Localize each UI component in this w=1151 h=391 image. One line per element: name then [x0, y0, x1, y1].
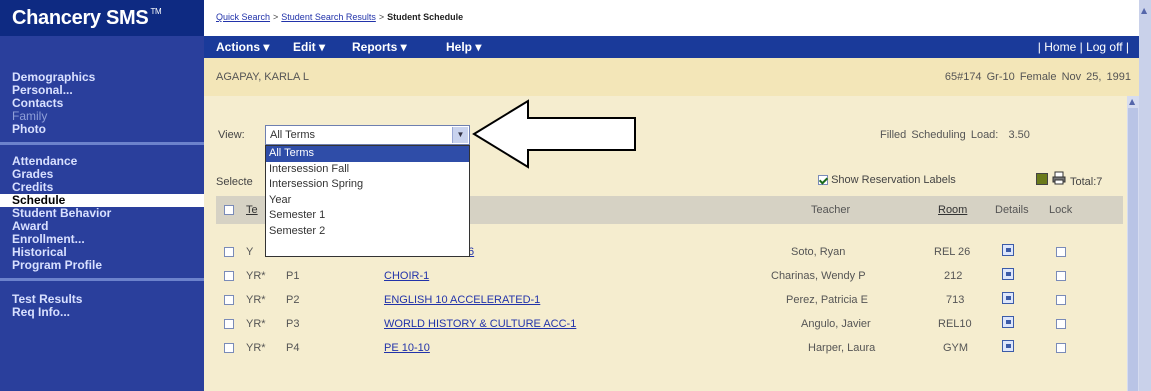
row-period: P2: [286, 294, 300, 306]
row-room: 212: [944, 270, 963, 282]
row-checkbox[interactable]: [224, 271, 234, 281]
row-teacher: Soto, Ryan: [791, 246, 846, 258]
option-all-terms[interactable]: All Terms: [266, 146, 469, 162]
row-teacher: Harper, Laura: [808, 342, 876, 354]
details-icon[interactable]: [1002, 292, 1014, 304]
lock-checkbox[interactable]: [1056, 295, 1066, 305]
table-row: YR* P1 CHOIR-1 Charinas, Wendy P 212: [216, 264, 1123, 288]
sidebar-item-req-info[interactable]: Req Info...: [0, 306, 204, 319]
row-room: REL10: [938, 318, 972, 330]
table-row: YR* P3 WORLD HISTORY & CULTURE ACC-1 Ang…: [216, 312, 1123, 336]
trademark: TM: [150, 7, 162, 16]
page-scrollbar[interactable]: ▲: [1139, 0, 1151, 391]
edit-menu[interactable]: Edit ▾: [293, 40, 325, 54]
student-name: AGAPAY, KARLA L: [216, 71, 309, 83]
row-teacher: Angulo, Javier: [801, 318, 871, 330]
annotation-arrow-icon: [472, 99, 636, 169]
logoff-link[interactable]: Log off: [1086, 40, 1122, 54]
row-term: Y: [246, 246, 254, 258]
option-semester-1[interactable]: Semester 1: [266, 208, 469, 224]
row-period: P1: [286, 270, 300, 282]
lock-checkbox[interactable]: [1056, 343, 1066, 353]
details-icon[interactable]: [1002, 340, 1014, 352]
row-checkbox[interactable]: [224, 295, 234, 305]
row-room: REL 26: [934, 246, 971, 258]
header-room[interactable]: Room: [938, 204, 967, 216]
breadcrumb-quick-search[interactable]: Quick Search: [216, 12, 270, 22]
inner-scrollbar[interactable]: ▲: [1127, 96, 1139, 391]
help-menu[interactable]: Help ▾: [446, 40, 481, 54]
breadcrumb-current: Student Schedule: [387, 12, 464, 22]
app-logo: Chancery SMS TM: [0, 0, 204, 36]
row-course[interactable]: ENGLISH 10 ACCELERATED-1: [384, 294, 540, 306]
view-label: View:: [218, 129, 245, 141]
table-row: YR* P4 PE 10-10 Harper, Laura GYM: [216, 336, 1123, 360]
table-row: YR* P2 ENGLISH 10 ACCELERATED-1 Perez, P…: [216, 288, 1123, 312]
chevron-down-icon[interactable]: ▼: [452, 127, 468, 143]
scroll-up-icon[interactable]: ▲: [1129, 97, 1135, 106]
filled-scheduling-load: Filled Scheduling Load: 3.50: [880, 129, 1030, 141]
nav-group-1: Demographics Personal... Contacts Family…: [0, 36, 204, 145]
breadcrumb-search-results[interactable]: Student Search Results: [281, 12, 376, 22]
details-icon[interactable]: [1002, 268, 1014, 280]
row-term: YR*: [246, 270, 266, 282]
print-icon[interactable]: [1052, 171, 1066, 185]
reports-menu[interactable]: Reports ▾: [352, 40, 407, 54]
sidebar-item-program-profile[interactable]: Program Profile: [0, 259, 204, 272]
show-reservation-labels[interactable]: Show Reservation Labels: [818, 174, 956, 186]
view-selected-value: All Terms: [270, 129, 316, 141]
row-course[interactable]: CHOIR-1: [384, 270, 429, 282]
select-all-checkbox[interactable]: [224, 205, 234, 215]
reservation-checkbox[interactable]: [818, 175, 828, 186]
home-link[interactable]: Home: [1044, 40, 1076, 54]
row-checkbox[interactable]: [224, 343, 234, 353]
option-semester-2[interactable]: Semester 2: [266, 224, 469, 240]
nav-group-3: Test Results Req Info...: [0, 281, 204, 325]
row-course[interactable]: PE 10-10: [384, 342, 430, 354]
selected-label: Selecte: [216, 176, 253, 188]
view-dropdown[interactable]: All Terms Intersession Fall Intersession…: [265, 145, 470, 257]
page-scroll-up-icon[interactable]: ▲: [1141, 6, 1147, 15]
row-term: YR*: [246, 294, 266, 306]
row-course[interactable]: WORLD HISTORY & CULTURE ACC-1: [384, 318, 576, 330]
row-term: YR*: [246, 318, 266, 330]
header-lock: Lock: [1049, 204, 1073, 216]
row-room: GYM: [943, 342, 969, 354]
scrollbar-thumb[interactable]: [1128, 108, 1138, 391]
sidebar-item-photo[interactable]: Photo: [0, 123, 204, 136]
row-room: 713: [946, 294, 965, 306]
option-intersession-spring[interactable]: Intersession Spring: [266, 177, 469, 193]
view-select[interactable]: All Terms ▼: [265, 125, 470, 145]
sidebar: Demographics Personal... Contacts Family…: [0, 36, 204, 391]
top-links: | Home | Log off |: [1037, 40, 1129, 54]
lock-checkbox[interactable]: [1056, 247, 1066, 257]
row-teacher: Charinas, Wendy P: [771, 270, 866, 282]
lock-checkbox[interactable]: [1056, 319, 1066, 329]
student-info: 65#174 Gr-10 Female Nov 25, 1991: [944, 71, 1131, 83]
header-details: Details: [995, 204, 1029, 216]
lock-checkbox[interactable]: [1056, 271, 1066, 281]
nav-group-2: Attendance Grades Credits Schedule Stude…: [0, 145, 204, 281]
row-period: P4: [286, 342, 300, 354]
filled-load-value: 3.50: [1008, 129, 1030, 141]
header-teacher: Teacher: [811, 204, 851, 216]
row-teacher: Perez, Patricia E: [786, 294, 868, 306]
schedule-grid-icon[interactable]: [1036, 173, 1048, 185]
total-count: Total:7: [1070, 176, 1103, 188]
actions-menu[interactable]: Actions ▾: [216, 40, 269, 54]
option-intersession-fall[interactable]: Intersession Fall: [266, 162, 469, 178]
row-checkbox[interactable]: [224, 319, 234, 329]
breadcrumb: Quick Search > Student Search Results > Stud…: [204, 0, 1139, 36]
details-icon[interactable]: [1002, 316, 1014, 328]
student-banner: AGAPAY, KARLA L 65#174 Gr-10 Female Nov …: [204, 58, 1139, 96]
row-term: YR*: [246, 342, 266, 354]
app-title: Chancery SMS: [12, 7, 149, 29]
option-year[interactable]: Year: [266, 193, 469, 209]
header-term[interactable]: Te: [246, 204, 258, 216]
row-checkbox[interactable]: [224, 247, 234, 257]
details-icon[interactable]: [1002, 244, 1014, 256]
row-period: P3: [286, 318, 300, 330]
action-bar: Actions ▾ Edit ▾ Reports ▾ Help ▾ | Home…: [204, 36, 1139, 58]
